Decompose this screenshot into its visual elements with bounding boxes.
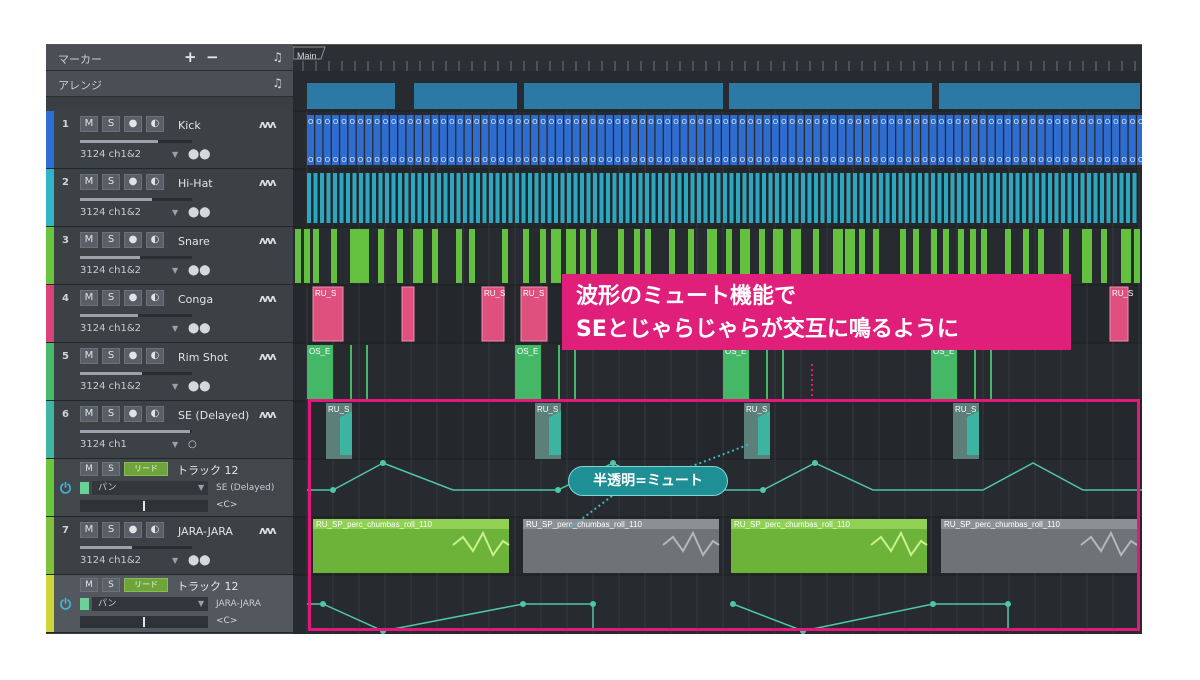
pill-pointer — [689, 443, 751, 468]
pill-pointer — [569, 495, 613, 529]
mute-label-pill: 半透明=ミュート — [568, 466, 728, 496]
annotation-pointers — [569, 364, 813, 529]
